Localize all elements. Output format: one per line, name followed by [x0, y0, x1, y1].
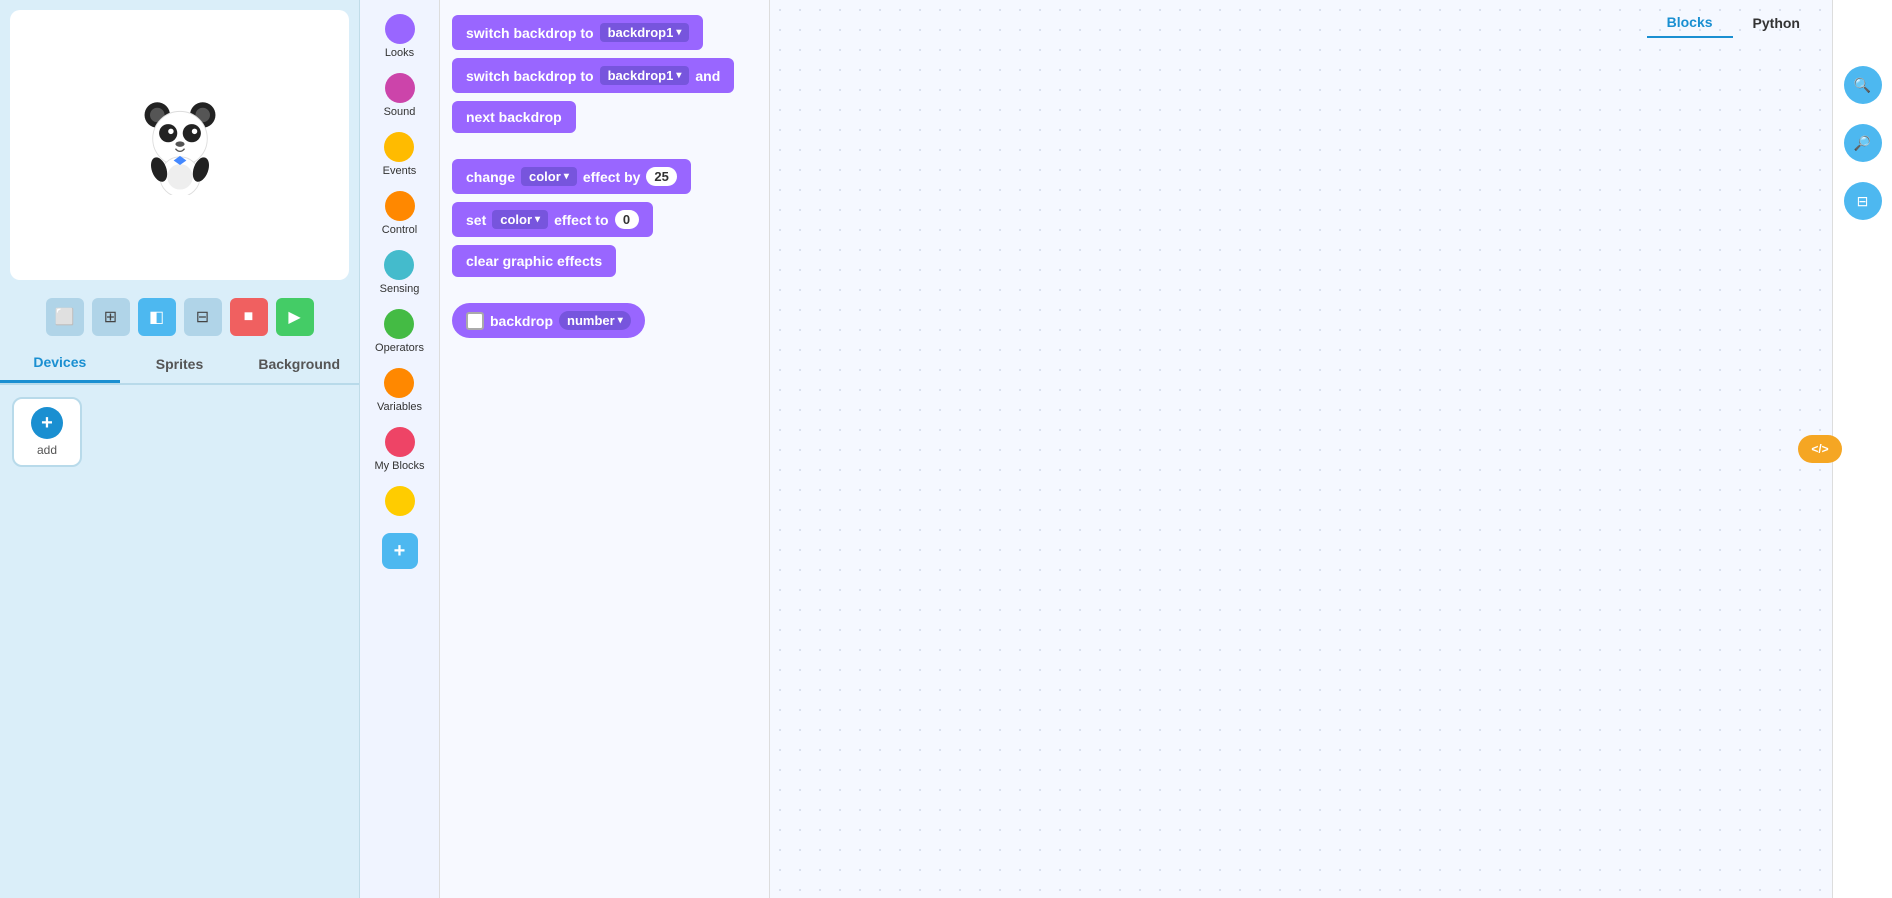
clear-graphic-effects-text: clear graphic effects [466, 253, 602, 269]
category-control[interactable]: Control [378, 187, 421, 240]
operators-label: Operators [375, 342, 424, 354]
canvas-area[interactable]: Blocks Python </> [770, 0, 1832, 898]
fit-button[interactable]: ⊟ [1844, 182, 1882, 220]
my-blocks-label: My Blocks [374, 460, 424, 472]
dropdown-arrow-2-icon: ▾ [676, 70, 681, 81]
block-palette: switch backdrop to backdrop1 ▾ switch ba… [440, 0, 770, 898]
looks-dot [385, 14, 415, 44]
block-switch-backdrop-2-text: switch backdrop to [466, 68, 594, 84]
add-device-button[interactable]: + add [12, 397, 82, 467]
number-label: number [567, 313, 615, 328]
blocks-tab-btn[interactable]: Blocks [1647, 8, 1733, 38]
effect-by-text: effect by [583, 169, 641, 185]
variables-dot [384, 368, 414, 398]
dropdown-arrow-icon: ▾ [676, 27, 681, 38]
view-run-btn[interactable]: ▶ [276, 298, 314, 336]
view-single-btn[interactable]: ◧ [138, 298, 176, 336]
events-label: Events [383, 165, 417, 177]
variables-label: Variables [377, 401, 422, 413]
python-tab-btn[interactable]: Python [1733, 8, 1820, 38]
color-dropdown-2[interactable]: color ▾ [492, 210, 548, 229]
devices-area: + add [0, 385, 359, 898]
color-label-2: color [500, 212, 532, 227]
backdrop-text: backdrop [490, 313, 553, 329]
zoom-out-button[interactable]: 🔎 [1844, 124, 1882, 162]
category-sensing[interactable]: Sensing [376, 246, 424, 299]
view-controls: ⬜ ⊞ ◧ ⊟ ■ ▶ [0, 290, 359, 344]
block-change-color-effect[interactable]: change color ▾ effect by 25 [452, 159, 691, 194]
control-dot [385, 191, 415, 221]
backdrop1-label: backdrop1 [608, 25, 674, 40]
left-panel: ⬜ ⊞ ◧ ⊟ ■ ▶ Devices Sprites Background +… [0, 0, 360, 898]
categories-sidebar: Looks Sound Events Control Sensing Opera… [360, 0, 440, 898]
backdrop-number-checkbox[interactable] [466, 312, 484, 330]
set-text: set [466, 212, 486, 228]
effect-value-input[interactable]: 25 [646, 167, 676, 186]
extension-button[interactable]: + [382, 533, 418, 569]
color-arrow-1-icon: ▾ [564, 171, 569, 182]
tabs-bar: Devices Sprites Background [0, 344, 359, 385]
backdrop1-2-label: backdrop1 [608, 68, 674, 83]
code-icon-button[interactable]: </> [1798, 435, 1842, 463]
block-next-backdrop[interactable]: next backdrop [452, 101, 576, 133]
block-switch-backdrop-1[interactable]: switch backdrop to backdrop1 ▾ [452, 15, 703, 50]
tab-background[interactable]: Background [239, 344, 359, 383]
control-label: Control [382, 224, 417, 236]
block-switch-backdrop-2[interactable]: switch backdrop to backdrop1 ▾ and [452, 58, 734, 93]
next-backdrop-text: next backdrop [466, 109, 562, 125]
code-icon-text: </> [1811, 442, 1828, 456]
color-label-1: color [529, 169, 561, 184]
extra-dot [385, 486, 415, 516]
events-dot [384, 132, 414, 162]
view-list-btn[interactable]: ⊟ [184, 298, 222, 336]
category-my-blocks[interactable]: My Blocks [370, 423, 428, 476]
block-switch-backdrop-2-dropdown[interactable]: backdrop1 ▾ [600, 66, 690, 85]
block-backdrop-number[interactable]: backdrop number ▾ [452, 303, 645, 338]
panda-sprite [135, 95, 225, 195]
my-blocks-dot [385, 427, 415, 457]
color-dropdown-1[interactable]: color ▾ [521, 167, 577, 186]
zoom-in-button[interactable]: 🔍 [1844, 66, 1882, 104]
category-looks[interactable]: Looks [381, 10, 419, 63]
effect-to-value-input[interactable]: 0 [615, 210, 639, 229]
view-fit-btn[interactable]: ⬜ [46, 298, 84, 336]
sprite-preview [10, 10, 349, 280]
effect-to-text: effect to [554, 212, 608, 228]
sound-dot [385, 73, 415, 103]
category-sound[interactable]: Sound [380, 69, 420, 122]
sound-label: Sound [384, 106, 416, 118]
color-arrow-2-icon: ▾ [535, 214, 540, 225]
category-events[interactable]: Events [379, 128, 421, 181]
sensing-label: Sensing [380, 283, 420, 295]
block-set-color-effect[interactable]: set color ▾ effect to 0 [452, 202, 653, 237]
looks-label: Looks [385, 47, 414, 59]
block-clear-graphic-effects[interactable]: clear graphic effects [452, 245, 616, 277]
operators-dot [384, 309, 414, 339]
category-operators[interactable]: Operators [371, 305, 428, 358]
number-dropdown[interactable]: number ▾ [559, 311, 631, 330]
view-stop-btn[interactable]: ■ [230, 298, 268, 336]
tab-devices[interactable]: Devices [0, 344, 120, 383]
block-and-text: and [695, 68, 720, 84]
block-switch-backdrop-1-text: switch backdrop to [466, 25, 594, 41]
block-switch-backdrop-1-dropdown[interactable]: backdrop1 ▾ [600, 23, 690, 42]
category-extra[interactable] [381, 482, 419, 523]
view-grid-btn[interactable]: ⊞ [92, 298, 130, 336]
tab-sprites[interactable]: Sprites [120, 344, 240, 383]
change-text: change [466, 169, 515, 185]
sensing-dot [384, 250, 414, 280]
category-variables[interactable]: Variables [373, 364, 426, 417]
plus-circle-icon: + [31, 407, 63, 439]
number-arrow-icon: ▾ [618, 315, 623, 326]
top-bar: Blocks Python [1635, 0, 1832, 46]
add-device-label: add [37, 443, 57, 457]
